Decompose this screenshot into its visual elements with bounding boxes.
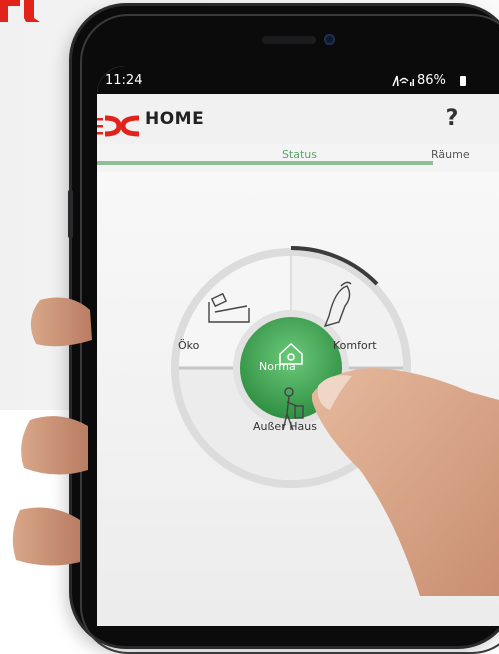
mode-label-komfort: Komfort <box>333 339 377 352</box>
battery-icon <box>460 76 466 86</box>
phone-screen: 11:24 86% HOME ? Status Räume Öko Komfor… <box>97 66 499 626</box>
phone-side-button <box>68 190 73 238</box>
mode-label-oeko: Öko <box>178 339 200 352</box>
holding-finger <box>12 507 80 566</box>
tab-active-indicator <box>97 161 433 165</box>
status-time: 11:24 <box>105 73 143 88</box>
tab-raeume[interactable]: Räume <box>431 148 470 161</box>
phone-camera <box>324 34 335 45</box>
signal-wifi-icon <box>391 73 415 91</box>
mode-label-normal: Norma <box>259 360 296 373</box>
status-bar: 11:24 86% <box>97 66 499 94</box>
tab-bar: Status Räume <box>97 144 499 172</box>
mode-dial: Öko Komfort Norma Außer Haus <box>169 246 413 490</box>
app-logo-icon <box>97 112 143 142</box>
phone-speaker <box>262 36 316 44</box>
mode-label-ausser-haus: Außer Haus <box>253 420 317 433</box>
brand-logo-fragment <box>0 0 60 22</box>
battery-percent: 86% <box>417 73 446 88</box>
app-title: HOME <box>145 109 205 129</box>
help-button[interactable]: ? <box>441 106 463 131</box>
